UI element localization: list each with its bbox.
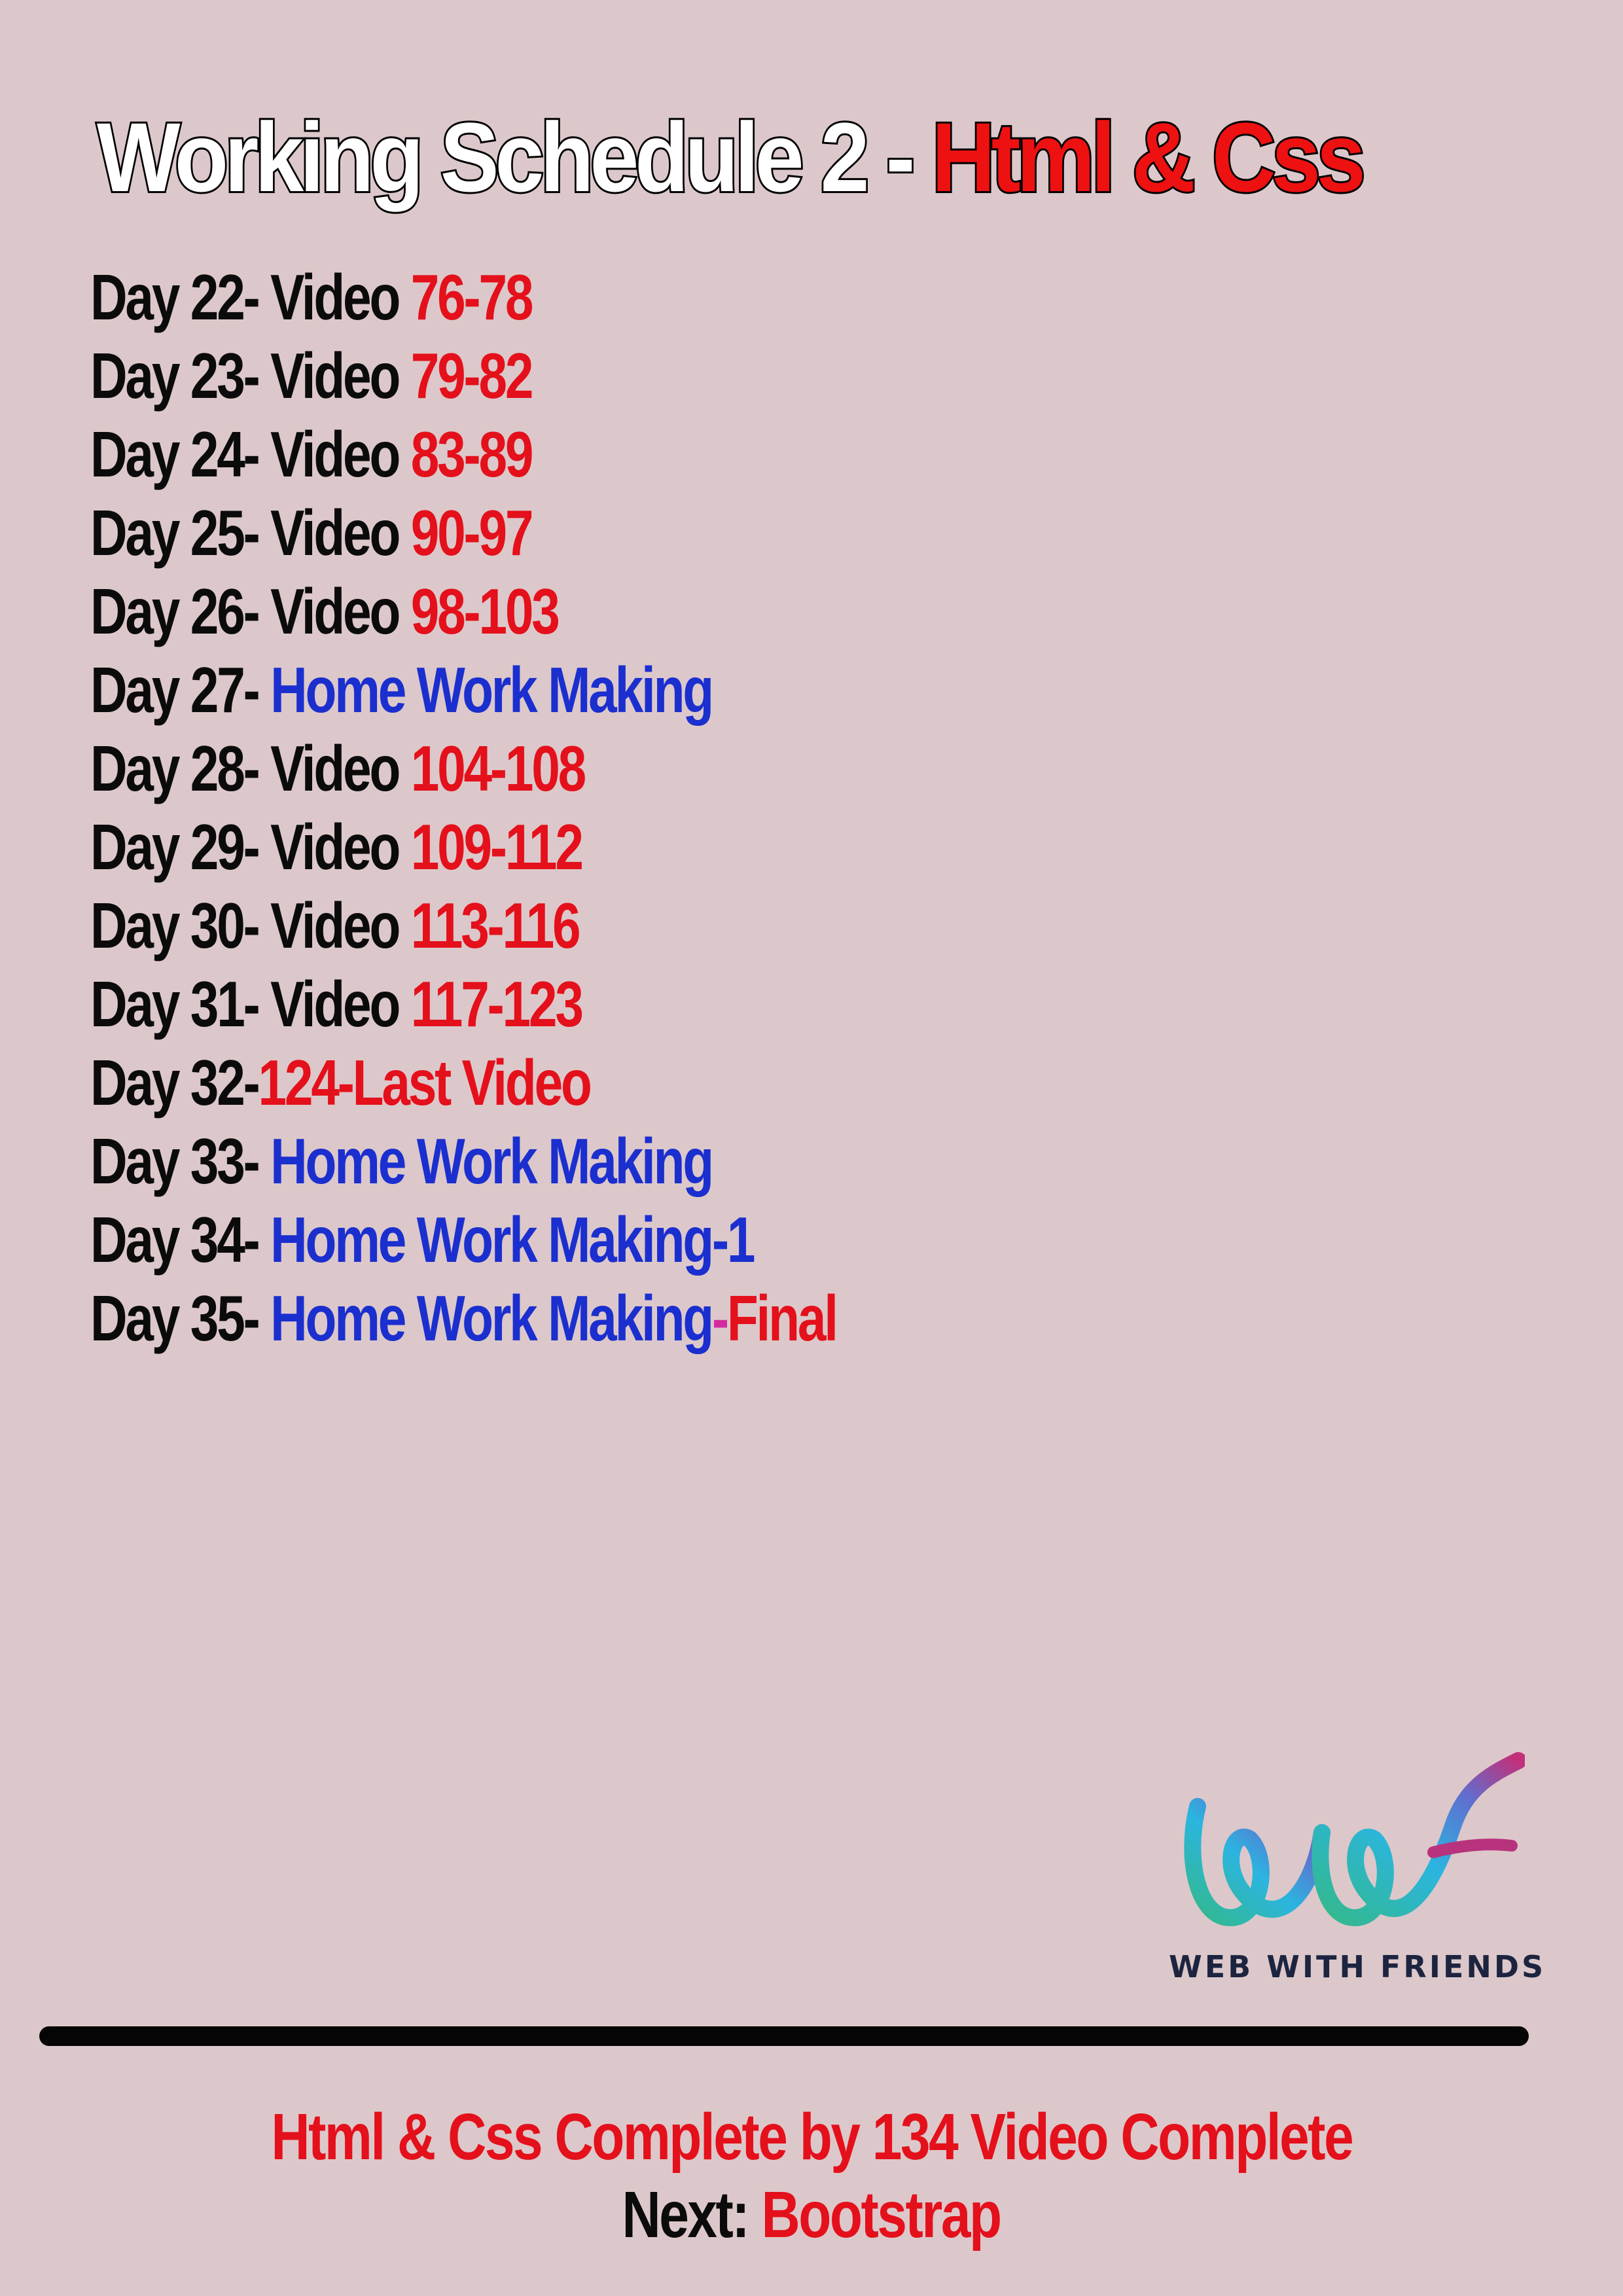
schedule-video-range: 79-82: [410, 340, 534, 412]
schedule-list: Day 22- Video 76-78 Day 23- Video 79-82 Da…: [90, 258, 1023, 1357]
schedule-day: Day 30-: [90, 889, 271, 961]
schedule-video-label: Video: [270, 261, 411, 333]
schedule-video-label: Video: [270, 889, 411, 961]
page-title: Working Schedule 2 - Html & Css: [95, 98, 1368, 216]
title-subject: Html & Css: [930, 100, 1368, 214]
schedule-row: Day 24- Video 83-89: [90, 415, 836, 493]
schedule-video-label: Video: [270, 340, 411, 412]
schedule-day: Day 26-: [90, 575, 271, 647]
schedule-day: Day 29-: [90, 811, 271, 883]
footer-next-value: Bootstrap: [761, 2178, 1003, 2251]
schedule-row: Day 34- Home Work Making-1: [90, 1200, 836, 1279]
footer-next: Next: Bootstrap: [0, 2176, 1623, 2254]
schedule-video-label: Video: [270, 732, 411, 804]
schedule-row: Day 35- Home Work Making-Final: [90, 1279, 838, 1357]
schedule-day: Day 34-: [90, 1204, 271, 1276]
schedule-video-label: Video: [270, 575, 411, 647]
schedule-row: Day 23- Video 79-82: [90, 336, 836, 415]
schedule-video-label: Video: [270, 811, 411, 883]
schedule-video-range: 109-112: [410, 811, 584, 883]
schedule-day: Day 25-: [90, 497, 271, 569]
schedule-row: Day 33- Home Work Making: [90, 1122, 836, 1200]
logo-ribbon-bar: [1427, 1839, 1518, 1858]
schedule-row: Day 29- Video 109-112: [90, 808, 836, 886]
logo-text: WEB WITH FRIENDS: [1169, 1949, 1546, 1984]
logo-ribbon-left: [1184, 1798, 1330, 1927]
schedule-homework: Home Work Making: [270, 1125, 714, 1197]
schedule-day: Day 24-: [90, 418, 271, 490]
schedule-homework: Home Work Making-1: [270, 1204, 755, 1276]
schedule-video-range: 124-Last Video: [258, 1047, 592, 1119]
schedule-row: Day 30- Video 113-116: [90, 886, 836, 965]
schedule-homework: Home Work Making: [270, 1282, 714, 1354]
footer-summary-text: Html & Css Complete by 134 Video Complet…: [271, 2100, 1353, 2174]
schedule-row: Day 26- Video 98-103: [90, 572, 836, 651]
schedule-day: Day 32-: [90, 1047, 260, 1119]
footer-next-inner: Next: Bootstrap: [622, 2176, 1003, 2254]
schedule-day: Day 35-: [90, 1282, 271, 1354]
schedule-row: Day 27- Home Work Making: [90, 651, 836, 729]
schedule-video-range: 76-78: [410, 261, 534, 333]
schedule-day: Day 33-: [90, 1125, 271, 1197]
divider: [39, 2026, 1529, 2046]
schedule-row: Day 25- Video 90-97: [90, 493, 836, 572]
schedule-day: Day 22-: [90, 261, 271, 333]
schedule-homework: Home Work Making: [270, 654, 714, 726]
schedule-day: Day 31-: [90, 968, 271, 1040]
schedule-video-range: 104-108: [410, 732, 587, 804]
schedule-video-range: 90-97: [410, 497, 534, 569]
schedule-row: Day 32-124-Last Video: [90, 1043, 836, 1122]
schedule-video-range: 98-103: [410, 575, 560, 647]
schedule-day: Day 27-: [90, 654, 271, 726]
schedule-video-label: Video: [270, 418, 411, 490]
schedule-video-label: Video: [270, 968, 411, 1040]
schedule-day: Day 28-: [90, 732, 271, 804]
footer-summary: Html & Css Complete by 134 Video Complet…: [0, 2094, 1623, 2179]
title-main: Working Schedule 2 -: [95, 100, 932, 214]
schedule-video-range: 83-89: [410, 418, 534, 490]
schedule-video-label: Video: [270, 497, 411, 569]
schedule-video-range: 113-116: [410, 889, 581, 961]
schedule-day: Day 23-: [90, 340, 271, 412]
schedule-video-range: 117-123: [410, 968, 584, 1040]
schedule-row: Day 31- Video 117-123: [90, 965, 836, 1043]
schedule-dash: -: [711, 1282, 729, 1354]
footer-next-label: Next:: [622, 2178, 762, 2251]
schedule-row: Day 28- Video 104-108: [90, 729, 836, 808]
schedule-row: Day 22- Video 76-78: [90, 258, 836, 336]
schedule-final: Final: [726, 1282, 838, 1354]
